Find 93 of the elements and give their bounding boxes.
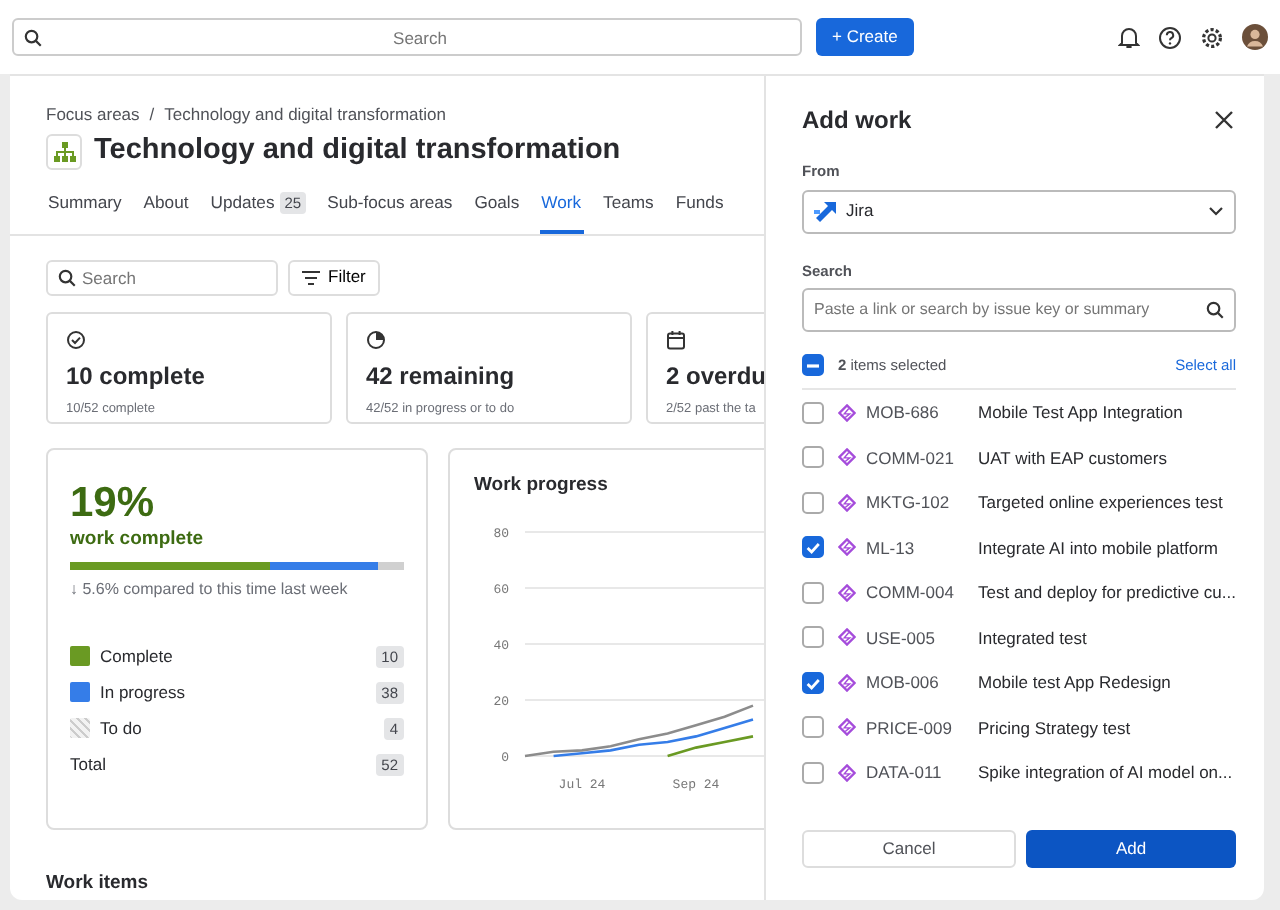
issue-key: MKTG-102 [866,490,964,516]
diamond-icon [838,718,856,737]
search-field[interactable]: Search [12,18,802,56]
settings-icon[interactable] [1200,25,1224,49]
diamond-icon [838,448,856,467]
list-item[interactable]: PRICE-009 Pricing Strategy test [802,705,1236,751]
checkbox[interactable] [802,401,824,424]
select-all-checkbox[interactable] [802,354,824,377]
issue-summary: Spike integration of AI model on... [978,760,1233,786]
issue-summary: Targeted online experiences test [978,490,1223,516]
list-item[interactable]: COMM-004 Test and deploy for predictive cu... [802,570,1236,616]
issue-summary: Integrate AI into mobile platform [978,535,1219,561]
diamond-icon [838,583,856,602]
tab[interactable]: Goals [472,181,522,234]
issue-key: DATA-011 [866,760,964,786]
issue-summary: Pricing Strategy test [978,715,1131,741]
issue-summary: Integrated test [978,625,1087,651]
tab[interactable]: Work [539,181,584,234]
list-item[interactable]: ML-13 Integrate AI into mobile platform [802,525,1236,571]
section-heading: Work items [46,869,151,898]
checkbox[interactable] [802,716,824,739]
chevron-down-icon [1208,206,1224,217]
add-button[interactable]: Add [1026,830,1236,868]
issue-summary: Mobile Test App Integration [978,400,1183,426]
diamond-icon [838,403,856,422]
list-item[interactable]: DATA-011 Spike integration of AI model on... [802,750,1236,796]
close-button[interactable] [1212,108,1236,133]
pie-icon [366,330,386,351]
search-icon [24,28,42,46]
issue-summary: UAT with EAP customers [978,445,1167,471]
percent-complete: 19% [70,481,157,524]
diamond-icon [838,673,856,692]
search-field[interactable]: Paste a link or search by issue key or summary [802,287,1236,332]
checkbox[interactable] [802,671,824,694]
checkbox[interactable] [802,536,824,559]
tab[interactable]: Teams [601,181,656,234]
list-item[interactable]: MKTG-102 Targeted online experiences test [802,480,1236,526]
breadcrumb-link[interactable]: Focus areas [46,102,140,128]
search-field[interactable]: Search [46,259,278,296]
issue-key: USE-005 [866,625,964,651]
tab[interactable]: About [141,181,191,234]
stat-value: 2 overdu [666,360,764,395]
legend-label: In progress [100,680,186,706]
percent-label: work complete [70,525,206,554]
issue-key: PRICE-009 [866,715,964,741]
stat-value: 10 complete [66,360,207,395]
source-dropdown[interactable]: Jira [802,189,1236,234]
tab[interactable]: Funds [673,181,726,234]
search-icon [58,268,76,287]
chart-title: Work progress [474,473,610,497]
checkbox[interactable] [802,626,824,649]
notification-icon[interactable] [1118,25,1140,49]
calendar-icon [666,330,686,351]
diamond-icon [838,538,856,557]
stat-value: 42 remaining [366,360,517,395]
issue-key: COMM-004 [866,580,964,606]
checkbox[interactable] [802,491,824,514]
diamond-icon [838,628,856,647]
issue-summary: Test and deploy for predictive cu... [978,580,1236,606]
search-icon [1206,300,1224,319]
diamond-icon [838,763,856,782]
breadcrumb-separator: / [149,102,155,128]
cancel-button[interactable]: Cancel [802,830,1016,868]
list-item[interactable]: COMM-021 UAT with EAP customers [802,435,1236,481]
hierarchy-icon [46,133,82,170]
arrows-icon [814,201,836,222]
issue-summary: Mobile test App Redesign [978,670,1171,696]
issue-key: MOB-006 [866,670,964,696]
check-circle-icon [66,330,86,351]
page-title: Technology and digital transformation [94,134,621,169]
issue-key: COMM-021 [866,445,964,471]
total-label: Total [70,752,106,778]
breadcrumb-link[interactable]: Technology and digital transformation [164,102,446,128]
checkbox[interactable] [802,581,824,604]
list-item[interactable]: USE-005 Integrated test [802,615,1236,661]
tab[interactable]: Sub-focus areas [325,181,455,234]
issue-key: ML-13 [866,535,964,561]
avatar-icon[interactable] [1242,24,1268,50]
filter-icon [302,269,320,286]
tab[interactable]: Summary [46,181,124,234]
help-icon[interactable] [1158,25,1182,49]
legend-label: To do [100,716,142,742]
create-button[interactable]: + Create [816,18,914,56]
legend-label: Complete [100,644,173,670]
issue-key: MOB-686 [866,400,964,426]
checkbox[interactable] [802,446,824,469]
filter-button[interactable]: Filter [288,259,380,296]
panel-title: Add work [802,106,912,135]
diamond-icon [838,493,856,512]
trend-text: ↓ 5.6% compared to this time last week [70,577,350,602]
list-item[interactable]: MOB-686 Mobile Test App Integration [802,390,1236,436]
list-item[interactable]: MOB-006 Mobile test App Redesign [802,660,1236,706]
checkbox[interactable] [802,761,824,784]
